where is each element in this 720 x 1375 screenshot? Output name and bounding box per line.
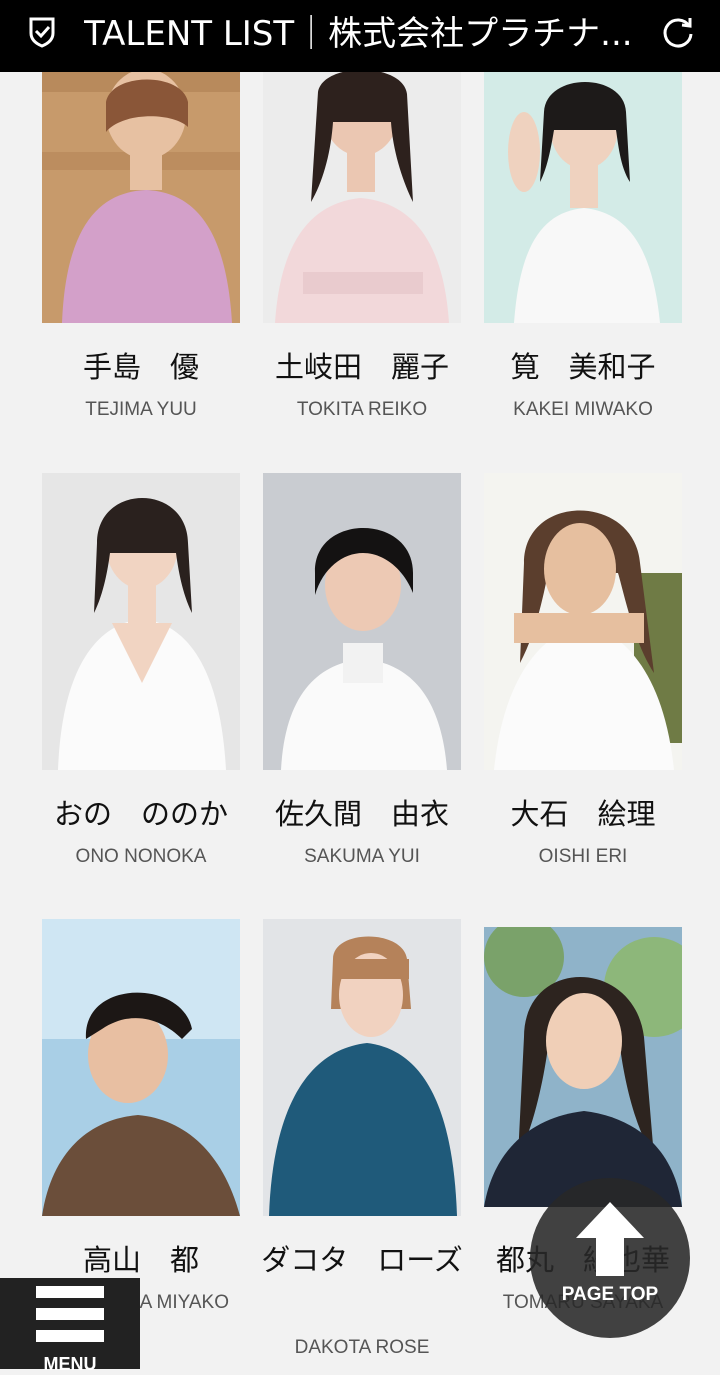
talent-name-en: ONO NONOKA bbox=[75, 846, 207, 867]
talent-name-en: KAKEI MIWAKO bbox=[513, 399, 653, 420]
menu-label: MENU bbox=[43, 1354, 97, 1374]
page-top-label: PAGE TOP bbox=[561, 1284, 659, 1305]
talent-name-jp: 高山 都 bbox=[82, 1243, 199, 1277]
top-bar: TALENT LIST｜株式会社プラチナ... bbox=[0, 0, 720, 72]
page-top-button[interactable]: PAGE TOP bbox=[530, 1178, 690, 1338]
talent-photo bbox=[42, 919, 240, 1216]
talent-photo bbox=[263, 72, 461, 323]
talent-photo bbox=[42, 473, 240, 770]
menu-button[interactable]: MENU bbox=[0, 1278, 140, 1374]
talent-photo bbox=[484, 927, 682, 1207]
talent-photo bbox=[42, 72, 240, 323]
page-title: TALENT LIST｜株式会社プラチナ... bbox=[84, 14, 633, 54]
talent-name-jp: おの ののか bbox=[53, 797, 228, 831]
talent-photo bbox=[263, 473, 461, 770]
talent-name-jp: 土岐田 麗子 bbox=[274, 350, 449, 384]
talent-name-en: SAKUMA YUI bbox=[304, 846, 420, 867]
talent-photo bbox=[484, 473, 682, 770]
talent-photo bbox=[484, 72, 682, 323]
reload-icon[interactable] bbox=[660, 14, 696, 50]
talent-name-jp: 手島 優 bbox=[82, 350, 199, 384]
talent-name-en: TEJIMA YUU bbox=[85, 399, 197, 420]
arrow-up-icon bbox=[576, 1202, 644, 1276]
talent-name-en: OISHI ERI bbox=[538, 846, 628, 867]
talent-name-jp: ダコタ ローズ bbox=[261, 1243, 463, 1277]
talent-name-en: DAKOTA ROSE bbox=[294, 1337, 430, 1358]
talent-name-jp: 筧 美和子 bbox=[510, 350, 656, 384]
talent-photo bbox=[263, 919, 461, 1216]
talent-name-jp: 佐久間 由衣 bbox=[274, 797, 449, 831]
talent-name-jp: 大石 絵理 bbox=[510, 797, 656, 831]
talent-name-en: TOKITA REIKO bbox=[296, 399, 428, 420]
shield-check-icon[interactable] bbox=[28, 16, 56, 48]
